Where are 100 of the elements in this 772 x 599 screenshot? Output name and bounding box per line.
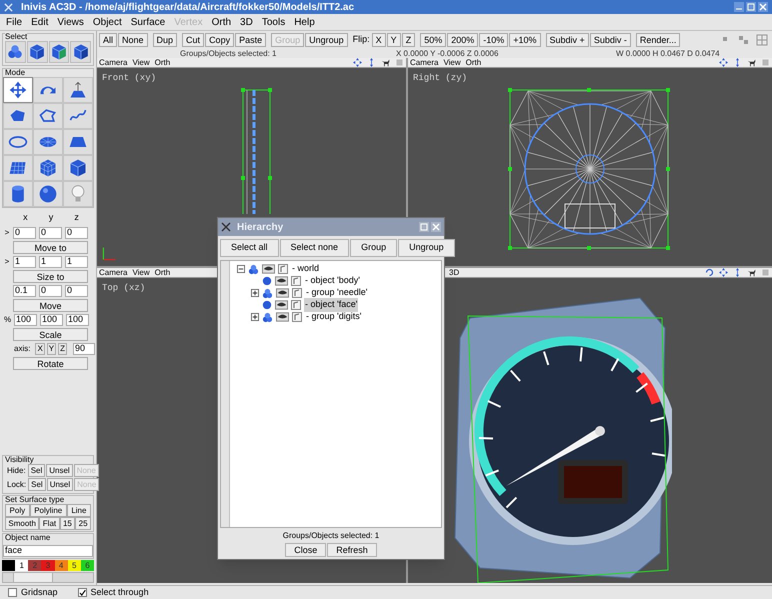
toolbar-button[interactable]: 50% [420,33,446,47]
action-button[interactable]: Move to [13,240,88,254]
eye-icon[interactable] [275,276,288,286]
toolbar-button[interactable]: Paste [235,33,266,47]
dialog-button[interactable]: Refresh [327,543,377,557]
toolbar-button[interactable]: Z [402,33,416,47]
mode-button[interactable] [63,155,93,181]
menu-item[interactable]: Views [57,14,84,30]
mode-button[interactable] [3,181,33,207]
number-field[interactable]: 0 [39,284,62,296]
number-field[interactable]: 1 [65,256,88,268]
menu-item[interactable]: Tools [262,14,286,30]
surface-button[interactable]: Smooth [5,517,40,530]
mode-button[interactable] [33,77,63,103]
viewport-menu[interactable]: Camera [410,58,438,67]
menu-item[interactable]: Edit [31,14,48,30]
toolbar-button[interactable]: None [118,33,148,47]
axis-button[interactable]: X [35,342,45,354]
number-field[interactable]: 1 [39,256,62,268]
color-swatch[interactable]: 1 [15,560,28,571]
checkbox[interactable] [8,588,17,597]
mode-button[interactable] [3,155,33,181]
menu-item[interactable]: Surface [130,14,166,30]
action-button[interactable]: Size to [13,270,88,282]
menu-item[interactable]: Orth [212,14,232,30]
mode-button[interactable] [33,181,63,207]
eye-icon[interactable] [275,300,288,310]
viewport-menu[interactable]: Orth [466,58,482,67]
toolbar-button[interactable]: Ungroup [305,33,348,47]
figure-icon[interactable] [747,58,756,67]
number-field[interactable]: 100 [66,314,89,326]
number-field[interactable]: 0 [65,284,88,296]
dialog-button[interactable]: Close [285,543,326,557]
checkbox[interactable] [78,588,87,597]
checkbox-label[interactable]: Gridsnap [21,586,58,599]
color-swatch[interactable] [2,560,16,571]
visibility-button[interactable]: Sel [28,464,46,477]
move-arrows-icon[interactable] [353,58,362,67]
tree-item[interactable]: - group 'digits' [305,310,362,324]
up-down-arrow-icon[interactable] [733,268,742,277]
toolbar-button[interactable]: Cut [182,33,204,47]
checkbox-label[interactable]: Select through [90,586,149,599]
surface-button[interactable]: 15 [60,517,76,530]
mode-button[interactable] [3,103,33,129]
color-swatch[interactable]: 5 [68,560,81,571]
eye-icon[interactable] [276,288,289,298]
action-button[interactable]: Move [13,298,88,312]
up-down-arrow-icon[interactable] [733,58,742,67]
move-arrows-icon[interactable] [719,58,728,67]
menu-item[interactable]: 3D [240,14,253,30]
mode-button[interactable] [63,103,93,129]
lock-toggle-icon[interactable] [291,276,301,286]
number-field[interactable]: 100 [40,314,63,326]
maximize-icon[interactable] [746,2,756,12]
dialog-button[interactable]: Ungroup [398,239,455,257]
number-field[interactable]: 0 [39,226,62,238]
menu-item[interactable]: Object [92,14,122,30]
viewport-menu[interactable]: Orth [154,58,170,67]
move-arrows-icon[interactable] [719,268,728,277]
visibility-button[interactable]: Unsel [46,464,73,477]
action-button[interactable]: Rotate [13,356,88,370]
number-field[interactable]: 100 [14,314,37,326]
dialog-button[interactable]: Select none [280,239,350,257]
select-button[interactable] [48,41,70,63]
collapse-icon[interactable] [237,265,245,273]
figure-icon[interactable] [381,58,390,67]
axis-button[interactable]: Z [58,342,68,354]
viewport-menu[interactable]: Camera [99,58,128,67]
expand-icon[interactable] [251,313,259,321]
select-button[interactable] [26,41,48,63]
surface-button[interactable]: Flat [39,517,60,530]
object-name-field[interactable]: face [3,544,93,557]
scrollbar[interactable] [221,261,230,527]
mode-button[interactable] [33,155,63,181]
toolbar-button[interactable]: Subdiv + [546,33,589,47]
lock-toggle-icon[interactable] [292,312,302,322]
number-field[interactable]: 0 [65,226,88,238]
visibility-button[interactable]: Unsel [46,478,74,491]
viewport-menu[interactable]: 3D [449,268,460,277]
mode-button[interactable] [3,77,33,103]
eye-icon[interactable] [276,312,289,322]
color-swatch[interactable]: 4 [54,560,68,571]
mode-button[interactable] [63,129,93,155]
lock-toggle-icon[interactable] [291,300,301,310]
mode-button[interactable] [63,77,93,103]
number-field[interactable]: 1 [13,256,36,268]
tree-item[interactable]: - world [291,262,320,276]
surface-button[interactable]: Line [66,504,91,517]
expand-icon[interactable] [251,289,259,297]
eye-icon[interactable] [262,264,275,274]
orbit-icon[interactable] [705,268,714,277]
mode-button[interactable] [3,129,33,155]
toolbar-button[interactable]: Dup [152,33,178,47]
menu-item[interactable]: Help [294,14,315,30]
toolbar-button[interactable]: Copy [205,33,234,47]
up-down-arrow-icon[interactable] [367,58,376,67]
toolbar-button[interactable]: Render... [636,33,680,47]
toolbar-button[interactable]: 200% [447,33,478,47]
figure-icon[interactable] [747,268,756,277]
visibility-button[interactable]: Sel [28,478,46,491]
